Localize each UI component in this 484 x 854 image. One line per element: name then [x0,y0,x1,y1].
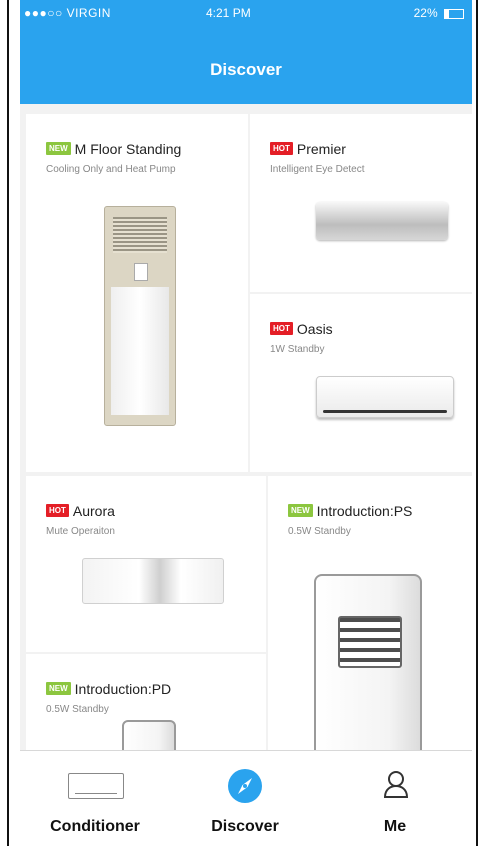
tab-label: Conditioner [50,818,140,835]
product-subtitle: 0.5W Standby [46,704,109,715]
unit-outlet [323,410,447,413]
front-panel [111,287,169,415]
product-card-header: HOT Premier Intelligent Eye Detect [270,140,365,175]
status-bar: ●●●○○ VIRGIN 4:21 PM 22% [20,0,472,28]
new-badge: NEW [288,504,313,518]
product-subtitle: Cooling Only and Heat Pump [46,164,176,175]
product-card-header: HOT Aurora Mute Operaiton [46,502,115,537]
split-ac-silver-icon [316,202,448,240]
tab-bar: Conditioner Discover Me [20,750,472,846]
product-name: M Floor Standing [74,140,182,157]
product-name: Introduction:PS [316,502,413,519]
split-ac-white-icon [316,376,454,418]
product-card-aurora[interactable]: HOT Aurora Mute Operaiton [26,476,266,652]
product-card-oasis[interactable]: HOT Oasis 1W Standby [250,294,472,472]
product-name: Oasis [296,320,333,337]
status-time: 4:21 PM [206,6,251,20]
product-subtitle: 0.5W Standby [288,526,351,537]
product-subtitle: 1W Standby [270,344,325,355]
vent-grille [113,217,167,253]
tab-discover[interactable]: Discover [170,751,320,846]
frame-edge-left [0,0,16,854]
product-name: Premier [296,140,346,157]
product-name: Aurora [72,502,115,519]
product-card-header: NEW M Floor Standing Cooling Only and Hea… [46,140,181,175]
product-name: Introduction:PD [74,680,172,697]
phone-frame: ●●●○○ VIRGIN 4:21 PM 22% Discover NEW M F… [0,0,484,854]
frame-edge-right [470,0,484,854]
product-card-introduction-pd[interactable]: NEW Introduction:PD 0.5W Standby [26,654,266,784]
floor-standing-ac-icon [104,206,176,426]
frame-edge-bottom [0,846,484,854]
carrier-label: ●●●○○ VIRGIN [24,6,111,20]
battery-icon [444,8,464,19]
hot-badge: HOT [270,322,293,336]
air-grille [338,616,402,668]
tab-me[interactable]: Me [320,751,470,846]
header-bar: ●●●○○ VIRGIN 4:21 PM 22% Discover [20,0,472,104]
tab-label: Me [383,818,407,835]
battery-percent: 22% [413,6,438,20]
new-badge: NEW [46,682,71,696]
battery-indicator: 22% [414,6,464,20]
product-card-header: NEW Introduction:PS 0.5W Standby [288,502,412,537]
app-screen: ●●●○○ VIRGIN 4:21 PM 22% Discover NEW M F… [20,0,472,846]
compass-icon [228,769,262,803]
product-subtitle: Mute Operaiton [46,526,115,537]
product-grid: NEW M Floor Standing Cooling Only and Hea… [20,104,472,784]
new-badge: NEW [46,142,71,156]
tab-label: Discover [211,818,279,835]
product-card-header: HOT Oasis 1W Standby [270,320,333,355]
tab-conditioner[interactable]: Conditioner [20,751,170,846]
split-ac-aurora-icon [82,558,224,604]
product-card-introduction-ps[interactable]: NEW Introduction:PS 0.5W Standby [268,476,472,764]
product-card-m-floor-standing[interactable]: NEW M Floor Standing Cooling Only and Hea… [26,114,248,472]
page-title: Discover [210,60,282,79]
product-card-premier[interactable]: HOT Premier Intelligent Eye Detect [250,114,472,292]
product-subtitle: Intelligent Eye Detect [270,164,365,175]
air-conditioner-icon [68,773,124,799]
product-card-header: NEW Introduction:PD 0.5W Standby [46,680,171,715]
unit-display [134,263,148,281]
hot-badge: HOT [270,142,293,156]
portable-ac-icon [314,574,422,764]
hot-badge: HOT [46,504,69,518]
